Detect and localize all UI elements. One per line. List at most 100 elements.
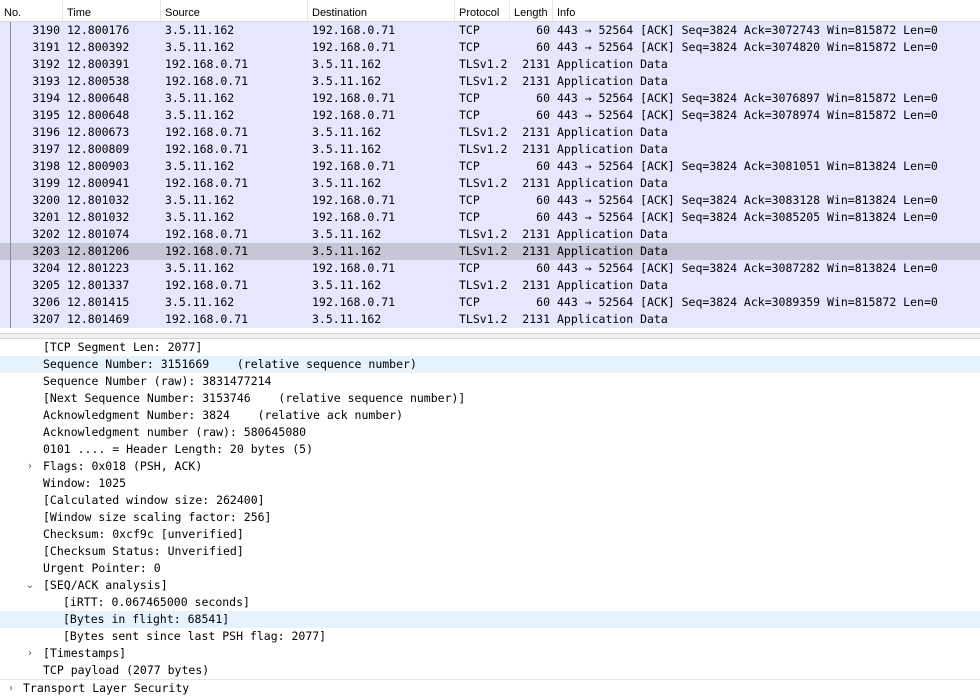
packet-source: 192.168.0.71 bbox=[165, 312, 249, 326]
packet-destination: 192.168.0.71 bbox=[312, 261, 396, 275]
tree-item[interactable]: [Next Sequence Number: 3153746 (relative… bbox=[0, 390, 980, 407]
packet-row[interactable]: 3198 12.800903 3.5.11.162 192.168.0.71 TCP 60… bbox=[0, 158, 980, 175]
packet-row[interactable]: 3192 12.800391 192.168.0.71 3.5.11.162 TLSv1… bbox=[0, 56, 980, 73]
packet-time: 12.800648 bbox=[67, 108, 130, 122]
packet-time: 12.800391 bbox=[67, 57, 130, 71]
tree-item[interactable]: Sequence Number (raw): 3831477214 bbox=[0, 373, 980, 390]
packet-source: 3.5.11.162 bbox=[165, 261, 235, 275]
packet-row[interactable]: 3197 12.800809 192.168.0.71 3.5.11.162 TLSv1… bbox=[0, 141, 980, 158]
tree-item[interactable]: › [Timestamps] bbox=[0, 645, 980, 662]
packet-length: 2131 bbox=[522, 278, 550, 292]
packet-info: Application Data bbox=[557, 142, 668, 156]
packet-info: 443 → 52564 [ACK] Seq=3824 Ack=3083128 W… bbox=[557, 193, 938, 207]
packet-info: Application Data bbox=[557, 74, 668, 88]
tree-item[interactable]: TCP payload (2077 bytes) bbox=[0, 662, 980, 679]
tree-item-label: [SEQ/ACK analysis] bbox=[43, 578, 168, 592]
tree-item[interactable]: Urgent Pointer: 0 bbox=[0, 560, 980, 577]
tree-item[interactable]: Window: 1025 bbox=[0, 475, 980, 492]
packet-protocol: TLSv1.2 bbox=[459, 142, 508, 156]
packet-row[interactable]: 3205 12.801337 192.168.0.71 3.5.11.162 TLSv1… bbox=[0, 277, 980, 294]
tree-item[interactable]: [Checksum Status: Unverified] bbox=[0, 543, 980, 560]
column-header-source[interactable]: Source bbox=[161, 0, 308, 21]
chevron-right-icon[interactable]: › bbox=[24, 458, 36, 475]
tree-item-label: [Next Sequence Number: 3153746 (relative… bbox=[43, 391, 466, 405]
column-header-time[interactable]: Time bbox=[63, 0, 161, 21]
packet-protocol: TCP bbox=[459, 295, 480, 309]
packet-info: 443 → 52564 [ACK] Seq=3824 Ack=3087282 W… bbox=[557, 261, 938, 275]
packet-row[interactable]: 3200 12.801032 3.5.11.162 192.168.0.71 TCP 60… bbox=[0, 192, 980, 209]
packet-row[interactable]: 3207 12.801469 192.168.0.71 3.5.11.162 TLSv1… bbox=[0, 311, 980, 328]
packet-source: 3.5.11.162 bbox=[165, 210, 235, 224]
tree-item[interactable]: [Calculated window size: 262400] bbox=[0, 492, 980, 509]
column-header-protocol[interactable]: Protocol bbox=[455, 0, 510, 21]
packet-source: 192.168.0.71 bbox=[165, 244, 249, 258]
chevron-right-icon[interactable]: › bbox=[24, 645, 36, 662]
packet-row[interactable]: 3194 12.800648 3.5.11.162 192.168.0.71 TCP 60… bbox=[0, 90, 980, 107]
column-header-no[interactable]: No. bbox=[0, 0, 63, 21]
packet-destination: 3.5.11.162 bbox=[312, 312, 382, 326]
packet-info: Application Data bbox=[557, 176, 668, 190]
packet-length: 60 bbox=[536, 295, 550, 309]
packet-length: 2131 bbox=[522, 142, 550, 156]
column-header-info[interactable]: Info bbox=[553, 0, 980, 21]
packet-length: 2131 bbox=[522, 125, 550, 139]
packet-protocol: TCP bbox=[459, 108, 480, 122]
tree-item-label: [Bytes sent since last PSH flag: 2077] bbox=[63, 629, 327, 643]
packet-length: 2131 bbox=[522, 57, 550, 71]
packet-no: 3195 bbox=[32, 108, 60, 122]
packet-destination: 192.168.0.71 bbox=[312, 91, 396, 105]
packet-row[interactable]: 3195 12.800648 3.5.11.162 192.168.0.71 TCP 60… bbox=[0, 107, 980, 124]
packet-protocol: TCP bbox=[459, 91, 480, 105]
tree-item[interactable]: [Bytes in flight: 68541] bbox=[0, 611, 980, 628]
chevron-down-icon[interactable]: ⌄ bbox=[24, 577, 36, 594]
packet-protocol: TCP bbox=[459, 210, 480, 224]
tree-item[interactable]: Checksum: 0xcf9c [unverified] bbox=[0, 526, 980, 543]
packet-row[interactable]: 3199 12.800941 192.168.0.71 3.5.11.162 TLSv1… bbox=[0, 175, 980, 192]
packet-row[interactable]: 3193 12.800538 192.168.0.71 3.5.11.162 TLSv1… bbox=[0, 73, 980, 90]
column-header-destination[interactable]: Destination bbox=[308, 0, 455, 21]
packet-no: 3193 bbox=[32, 74, 60, 88]
packet-length: 60 bbox=[536, 193, 550, 207]
tree-item[interactable]: › Flags: 0x018 (PSH, ACK) bbox=[0, 458, 980, 475]
packet-row[interactable]: 3202 12.801074 192.168.0.71 3.5.11.162 TLSv1… bbox=[0, 226, 980, 243]
tree-item-label: Acknowledgment number (raw): 580645080 bbox=[43, 425, 307, 439]
packet-length: 60 bbox=[536, 40, 550, 54]
tree-item[interactable]: Acknowledgment Number: 3824 (relative ac… bbox=[0, 407, 980, 424]
packet-protocol: TLSv1.2 bbox=[459, 278, 508, 292]
tree-item[interactable]: ⌄ [SEQ/ACK analysis] bbox=[0, 577, 980, 594]
packet-source: 192.168.0.71 bbox=[165, 57, 249, 71]
packet-length: 2131 bbox=[522, 244, 550, 258]
packet-destination: 192.168.0.71 bbox=[312, 210, 396, 224]
packet-time: 12.800809 bbox=[67, 142, 130, 156]
tree-item[interactable]: [iRTT: 0.067465000 seconds] bbox=[0, 594, 980, 611]
tree-item[interactable]: › Transport Layer Security bbox=[0, 679, 980, 697]
tree-item-label: Flags: 0x018 (PSH, ACK) bbox=[43, 459, 203, 473]
tree-item[interactable]: [Bytes sent since last PSH flag: 2077] bbox=[0, 628, 980, 645]
packet-source: 192.168.0.71 bbox=[165, 227, 249, 241]
packet-row[interactable]: 3201 12.801032 3.5.11.162 192.168.0.71 TCP 60… bbox=[0, 209, 980, 226]
packet-row[interactable]: 3191 12.800392 3.5.11.162 192.168.0.71 TCP 60… bbox=[0, 39, 980, 56]
packet-time: 12.801469 bbox=[67, 312, 130, 326]
packet-source: 3.5.11.162 bbox=[165, 108, 235, 122]
tree-item[interactable]: [Window size scaling factor: 256] bbox=[0, 509, 980, 526]
packet-source: 3.5.11.162 bbox=[165, 91, 235, 105]
tree-item[interactable]: 0101 .... = Header Length: 20 bytes (5) bbox=[0, 441, 980, 458]
packet-no: 3204 bbox=[32, 261, 60, 275]
packet-row[interactable]: 3203 12.801206 192.168.0.71 3.5.11.162 TLSv1… bbox=[0, 243, 980, 260]
packet-row[interactable]: 3190 12.800176 3.5.11.162 192.168.0.71 TCP 60… bbox=[0, 22, 980, 39]
packet-row[interactable]: 3196 12.800673 192.168.0.71 3.5.11.162 TLSv1… bbox=[0, 124, 980, 141]
chevron-right-icon[interactable]: › bbox=[5, 680, 17, 697]
packet-row[interactable]: 3206 12.801415 3.5.11.162 192.168.0.71 TCP 60… bbox=[0, 294, 980, 311]
tree-item[interactable]: Acknowledgment number (raw): 580645080 bbox=[0, 424, 980, 441]
packet-info: 443 → 52564 [ACK] Seq=3824 Ack=3078974 W… bbox=[557, 108, 938, 122]
tree-item[interactable]: [TCP Segment Len: 2077] bbox=[0, 339, 980, 356]
packet-row[interactable]: 3204 12.801223 3.5.11.162 192.168.0.71 TCP 60… bbox=[0, 260, 980, 277]
packet-info: Application Data bbox=[557, 125, 668, 139]
packet-no: 3206 bbox=[32, 295, 60, 309]
packet-destination: 192.168.0.71 bbox=[312, 193, 396, 207]
packet-destination: 3.5.11.162 bbox=[312, 57, 382, 71]
packet-protocol: TCP bbox=[459, 23, 480, 37]
column-header-length[interactable]: Length bbox=[510, 0, 553, 21]
tree-item[interactable]: Sequence Number: 3151669 (relative seque… bbox=[0, 356, 980, 373]
packet-info: Application Data bbox=[557, 312, 668, 326]
